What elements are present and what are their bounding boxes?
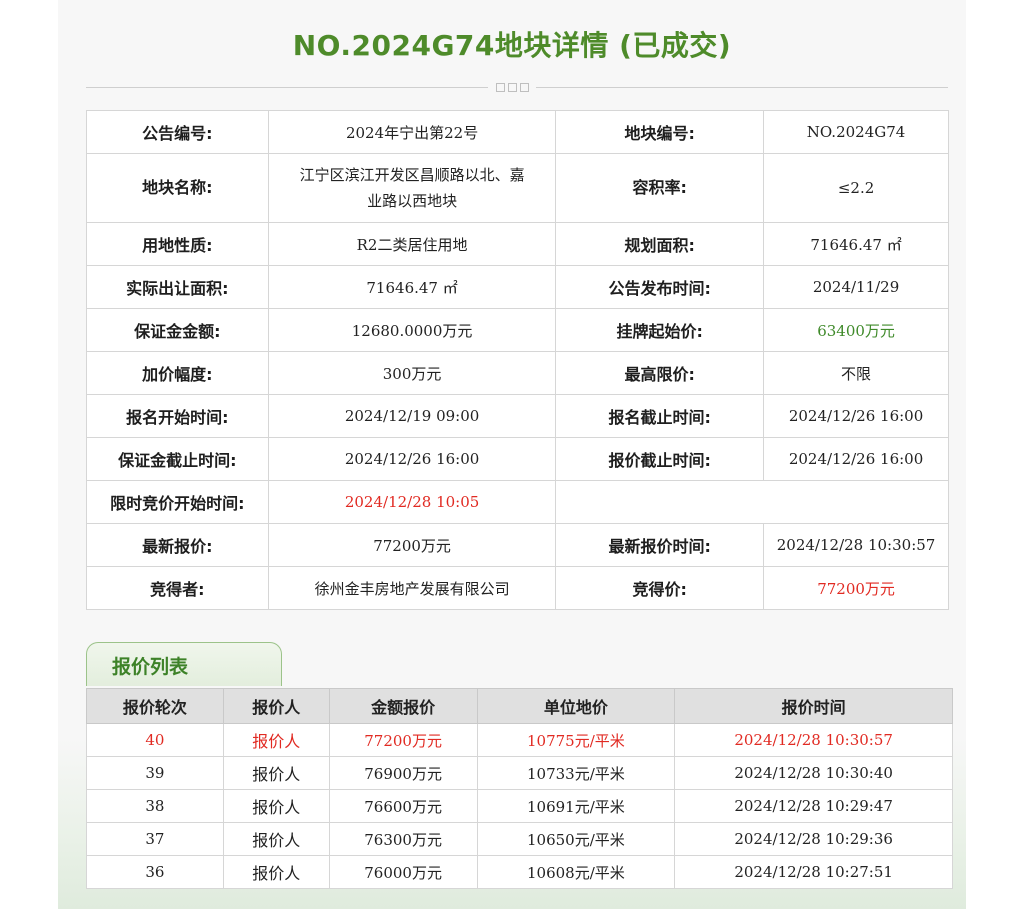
detail-row: 保证金金额: 12680.0000万元 挂牌起始价: 63400万元 <box>86 308 949 352</box>
bid-bidder: 报价人 <box>222 822 330 856</box>
value-winning-price: 77200万元 <box>763 566 949 610</box>
empty-cell <box>555 480 949 524</box>
label-deposit-deadline: 保证金截止时间: <box>86 437 269 481</box>
value-actual-area: 71646.47 ㎡ <box>267 265 557 309</box>
bid-row: 38 报价人 76600万元 10691元/平米 2024/12/28 10:2… <box>86 789 953 823</box>
bid-bidder: 报价人 <box>222 855 330 889</box>
value-parcel-name: 江宁区滨江开发区昌顺路以北、嘉业路以西地块 <box>267 153 557 223</box>
bid-round: 39 <box>86 756 224 790</box>
value-starting-price: 63400万元 <box>763 308 949 352</box>
bid-amount: 76000万元 <box>328 855 478 889</box>
value-announcement-no: 2024年宁出第22号 <box>267 110 557 154</box>
value-max-price: 不限 <box>763 351 949 395</box>
value-publish-date: 2024/11/29 <box>763 265 949 309</box>
value-deposit-deadline: 2024/12/26 16:00 <box>267 437 557 481</box>
label-latest-quote-time: 最新报价时间: <box>555 523 765 567</box>
bid-amount: 76300万元 <box>328 822 478 856</box>
bid-time: 2024/12/28 10:30:40 <box>674 756 953 790</box>
label-quote-deadline: 报价截止时间: <box>555 437 765 481</box>
label-parcel-name: 地块名称: <box>86 153 269 223</box>
value-latest-quote: 77200万元 <box>267 523 557 567</box>
bid-bidder: 报价人 <box>222 723 330 757</box>
value-quote-deadline: 2024/12/26 16:00 <box>763 437 949 481</box>
bid-amount: 76600万元 <box>328 789 478 823</box>
bid-row: 36 报价人 76000万元 10608元/平米 2024/12/28 10:2… <box>86 855 953 889</box>
bid-round: 36 <box>86 855 224 889</box>
bid-time: 2024/12/28 10:29:47 <box>674 789 953 823</box>
header-time: 报价时间 <box>674 688 953 724</box>
label-actual-area: 实际出让面积: <box>86 265 269 309</box>
detail-row: 报名开始时间: 2024/12/19 09:00 报名截止时间: 2024/12… <box>86 394 949 438</box>
header-bidder: 报价人 <box>222 688 330 724</box>
label-increment: 加价幅度: <box>86 351 269 395</box>
detail-row: 公告编号: 2024年宁出第22号 地块编号: NO.2024G74 <box>86 110 949 154</box>
land-detail-table: 公告编号: 2024年宁出第22号 地块编号: NO.2024G74 地块名称:… <box>86 110 949 610</box>
bid-round: 37 <box>86 822 224 856</box>
detail-row: 加价幅度: 300万元 最高限价: 不限 <box>86 351 949 395</box>
bid-unit-price: 10650元/平米 <box>476 822 676 856</box>
detail-row: 用地性质: R2二类居住用地 规划面积: 71646.47 ㎡ <box>86 222 949 266</box>
bid-bidder: 报价人 <box>222 756 330 790</box>
value-plot-ratio: ≤2.2 <box>763 153 949 223</box>
bid-unit-price: 10608元/平米 <box>476 855 676 889</box>
value-signup-start: 2024/12/19 09:00 <box>267 394 557 438</box>
bid-unit-price: 10691元/平米 <box>476 789 676 823</box>
detail-row: 最新报价: 77200万元 最新报价时间: 2024/12/28 10:30:5… <box>86 523 949 567</box>
detail-row: 竞得者: 徐州金丰房地产发展有限公司 竞得价: 77200万元 <box>86 566 949 610</box>
label-plot-ratio: 容积率: <box>555 153 765 223</box>
detail-row: 地块名称: 江宁区滨江开发区昌顺路以北、嘉业路以西地块 容积率: ≤2.2 <box>86 153 949 223</box>
label-starting-price: 挂牌起始价: <box>555 308 765 352</box>
tab-bid-list-label: 报价列表 <box>112 656 189 678</box>
label-max-price: 最高限价: <box>555 351 765 395</box>
label-deposit: 保证金金额: <box>86 308 269 352</box>
label-signup-start: 报名开始时间: <box>86 394 269 438</box>
label-winner: 竞得者: <box>86 566 269 610</box>
label-winning-price: 竞得价: <box>555 566 765 610</box>
label-latest-quote: 最新报价: <box>86 523 269 567</box>
bid-row: 40 报价人 77200万元 10775元/平米 2024/12/28 10:3… <box>86 723 953 757</box>
value-increment: 300万元 <box>267 351 557 395</box>
label-land-use: 用地性质: <box>86 222 269 266</box>
bid-row: 37 报价人 76300万元 10650元/平米 2024/12/28 10:2… <box>86 822 953 856</box>
bid-time: 2024/12/28 10:30:57 <box>674 723 953 757</box>
value-land-use: R2二类居住用地 <box>267 222 557 266</box>
bid-round: 40 <box>86 723 224 757</box>
bid-unit-price: 10775元/平米 <box>476 723 676 757</box>
label-timed-bidding-start: 限时竞价开始时间: <box>86 480 269 524</box>
divider-ornament <box>488 80 536 94</box>
label-signup-end: 报名截止时间: <box>555 394 765 438</box>
header-unit-price: 单位地价 <box>476 688 676 724</box>
detail-row: 实际出让面积: 71646.47 ㎡ 公告发布时间: 2024/11/29 <box>86 265 949 309</box>
value-deposit: 12680.0000万元 <box>267 308 557 352</box>
value-planned-area: 71646.47 ㎡ <box>763 222 949 266</box>
label-publish-date: 公告发布时间: <box>555 265 765 309</box>
header-amount: 金额报价 <box>328 688 478 724</box>
value-latest-quote-time: 2024/12/28 10:30:57 <box>763 523 949 567</box>
label-planned-area: 规划面积: <box>555 222 765 266</box>
bid-amount: 77200万元 <box>328 723 478 757</box>
bid-header-row: 报价轮次 报价人 金额报价 单位地价 报价时间 <box>86 688 953 724</box>
value-parcel-no: NO.2024G74 <box>763 110 949 154</box>
value-winner: 徐州金丰房地产发展有限公司 <box>267 566 557 610</box>
value-signup-end: 2024/12/26 16:00 <box>763 394 949 438</box>
label-announcement-no: 公告编号: <box>86 110 269 154</box>
bid-round: 38 <box>86 789 224 823</box>
detail-row: 限时竞价开始时间: 2024/12/28 10:05 <box>86 480 949 524</box>
bid-unit-price: 10733元/平米 <box>476 756 676 790</box>
bid-list-table: 报价轮次 报价人 金额报价 单位地价 报价时间 40 报价人 77200万元 1… <box>86 688 953 889</box>
bid-time: 2024/12/28 10:27:51 <box>674 855 953 889</box>
header-round: 报价轮次 <box>86 688 224 724</box>
detail-row: 保证金截止时间: 2024/12/26 16:00 报价截止时间: 2024/1… <box>86 437 949 481</box>
page-title: NO.2024G74地块详情 (已成交) <box>292 29 732 62</box>
bid-amount: 76900万元 <box>328 756 478 790</box>
value-timed-bidding-start: 2024/12/28 10:05 <box>267 480 557 524</box>
bid-row: 39 报价人 76900万元 10733元/平米 2024/12/28 10:3… <box>86 756 953 790</box>
bid-time: 2024/12/28 10:29:36 <box>674 822 953 856</box>
bid-bidder: 报价人 <box>222 789 330 823</box>
label-parcel-no: 地块编号: <box>555 110 765 154</box>
